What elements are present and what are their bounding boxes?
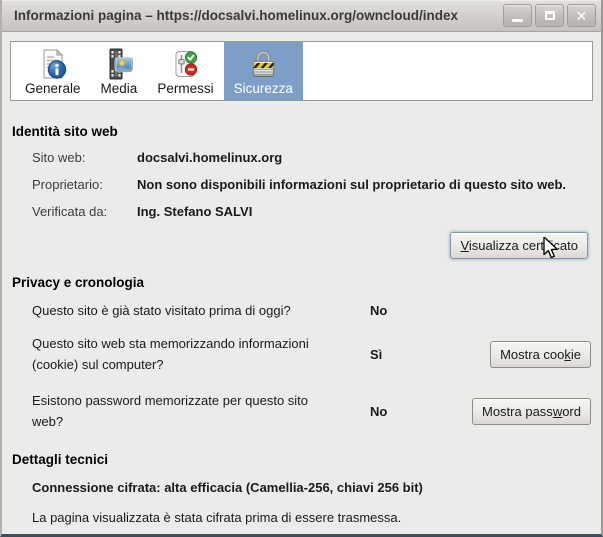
document-info-icon [37, 48, 69, 80]
permissions-icon [169, 48, 201, 80]
visited-answer: No [370, 303, 388, 318]
visited-question: Questo sito è già stato visitato prima d… [32, 303, 291, 318]
show-cookies-button[interactable]: Mostra cookie [490, 340, 591, 368]
identity-section-title: Identità sito web [12, 124, 118, 139]
certificate-button-row: Visualizza certificato [12, 232, 588, 259]
passwords-question: Esistono password memorizzate per questo… [32, 393, 309, 429]
visited-row: Questo sito è già stato visitato prima d… [32, 300, 591, 321]
owner-label: Proprietario: [32, 177, 103, 192]
tab-generale[interactable]: Generale [15, 42, 91, 100]
owner-row: Proprietario: Non sono disponibili infor… [32, 176, 591, 193]
filmstrip-photo-icon [103, 48, 135, 80]
tab-sicurezza[interactable]: Sicurezza [223, 42, 303, 100]
window-title: Informazioni pagina – https://docsalvi.h… [14, 8, 459, 23]
privacy-section-title: Privacy e cronologia [12, 275, 145, 290]
security-panel: Identità sito web Sito web: docsalvi.hom… [2, 101, 601, 534]
site-value: docsalvi.homelinux.org [137, 150, 283, 165]
page-info-window: Informazioni pagina – https://docsalvi.h… [0, 0, 603, 537]
tab-label: Generale [25, 80, 81, 96]
tab-label: Sicurezza [233, 80, 293, 96]
tab-media[interactable]: Media [91, 42, 148, 100]
minimize-icon [512, 18, 523, 22]
maximize-button[interactable] [535, 4, 564, 27]
padlock-icon [247, 48, 279, 80]
view-certificate-button[interactable]: Visualizza certificato [450, 232, 588, 259]
cookies-row: Questo sito web sta memorizzando informa… [32, 333, 591, 375]
site-label: Sito web: [32, 150, 86, 165]
maximize-icon [544, 11, 555, 20]
cookies-question: Questo sito web sta memorizzando informa… [32, 336, 309, 372]
tab-toolbar: Generale Media Permessi Sicurezza [10, 41, 593, 101]
titlebar: Informazioni pagina – https://docsalvi.h… [2, 0, 601, 32]
encrypted-page-line: La pagina visualizzata è stata cifrata p… [32, 510, 402, 525]
tab-permessi[interactable]: Permessi [147, 42, 223, 100]
verified-by-label: Verificata da: [32, 204, 108, 219]
verified-by-value: Ing. Stefano SALVI [137, 204, 253, 219]
site-row: Sito web: docsalvi.homelinux.org [32, 149, 591, 166]
tab-label: Media [100, 80, 138, 96]
show-passwords-button[interactable]: Mostra password [472, 397, 591, 425]
tab-label: Permessi [157, 80, 214, 96]
encryption-strength-line: Connessione cifrata: alta efficacia (Cam… [32, 480, 423, 495]
verified-by-row: Verificata da: Ing. Stefano SALVI [32, 203, 591, 220]
passwords-row: Esistono password memorizzate per questo… [32, 390, 591, 432]
minimize-button[interactable] [503, 4, 532, 27]
technical-section-title: Dettagli tecnici [12, 452, 109, 467]
close-button[interactable]: ✕ [567, 4, 596, 27]
passwords-answer: No [370, 403, 388, 419]
window-controls: ✕ [503, 4, 596, 27]
owner-value: Non sono disponibili informazioni sul pr… [137, 177, 567, 192]
cookies-answer: Sì [370, 346, 383, 362]
close-icon: ✕ [575, 7, 588, 24]
